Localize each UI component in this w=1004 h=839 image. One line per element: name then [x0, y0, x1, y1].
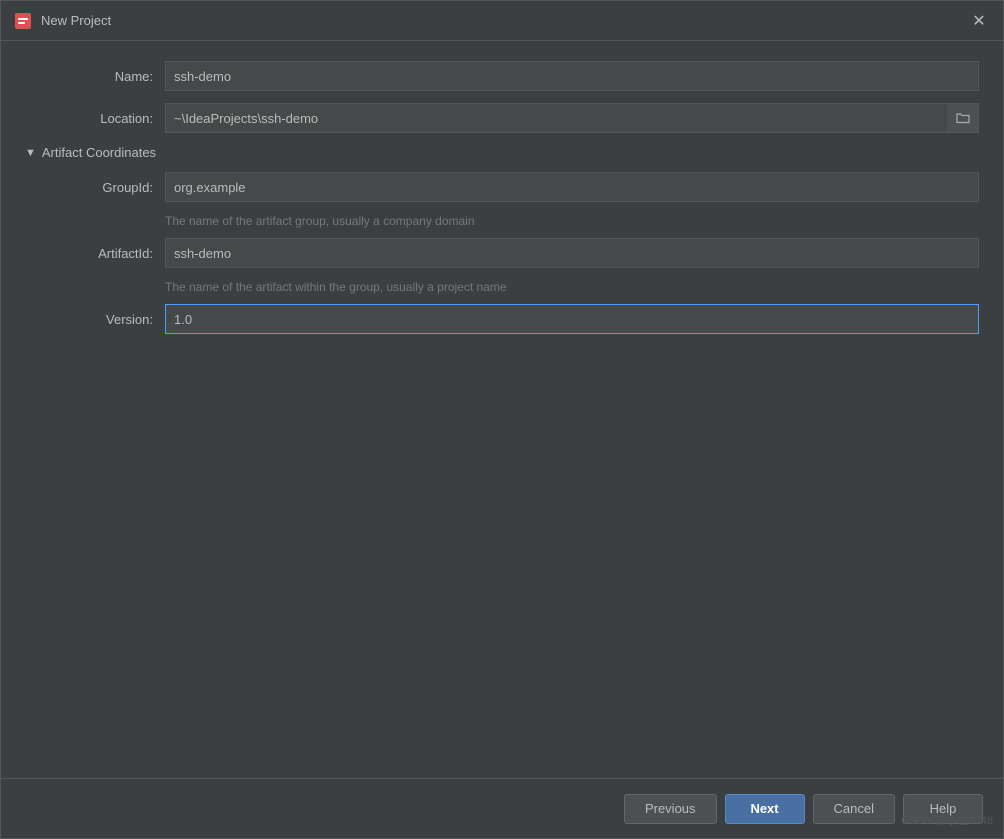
- artifactid-row: ArtifactId:: [25, 238, 979, 268]
- next-button[interactable]: Next: [725, 794, 805, 824]
- dialog-footer: Previous Next Cancel Help: [1, 778, 1003, 838]
- location-input[interactable]: [165, 103, 947, 133]
- cancel-button[interactable]: Cancel: [813, 794, 895, 824]
- location-input-group: [165, 103, 979, 133]
- project-icon: [13, 11, 33, 31]
- artifactid-hint: The name of the artifact within the grou…: [165, 280, 979, 294]
- previous-button[interactable]: Previous: [624, 794, 717, 824]
- artifactid-input[interactable]: [165, 238, 979, 268]
- groupid-label: GroupId:: [25, 180, 165, 195]
- groupid-hint: The name of the artifact group, usually …: [165, 214, 979, 228]
- version-label: Version:: [25, 312, 165, 327]
- dialog-content: Name: Location: ▼ Artifact Coordinates G…: [1, 41, 1003, 778]
- artifact-toggle[interactable]: ▼: [25, 147, 36, 159]
- groupid-row: GroupId:: [25, 172, 979, 202]
- version-row: Version:: [25, 304, 979, 334]
- artifact-section-title: Artifact Coordinates: [42, 145, 156, 160]
- artifactid-label: ArtifactId:: [25, 246, 165, 261]
- name-label: Name:: [25, 69, 165, 84]
- title-bar-left: New Project: [13, 11, 111, 31]
- title-bar: New Project ✕: [1, 1, 1003, 41]
- name-input[interactable]: [165, 61, 979, 91]
- watermark: CSDN @小超0748: [901, 812, 993, 828]
- version-input[interactable]: [165, 304, 979, 334]
- location-row: Location:: [25, 103, 979, 133]
- browse-folder-button[interactable]: [947, 103, 979, 133]
- groupid-input[interactable]: [165, 172, 979, 202]
- artifact-section-header: ▼ Artifact Coordinates: [25, 145, 979, 160]
- new-project-dialog: New Project ✕ Name: Location: ▼: [0, 0, 1004, 839]
- location-label: Location:: [25, 111, 165, 126]
- close-button[interactable]: ✕: [967, 9, 991, 33]
- name-row: Name:: [25, 61, 979, 91]
- dialog-title: New Project: [41, 13, 111, 28]
